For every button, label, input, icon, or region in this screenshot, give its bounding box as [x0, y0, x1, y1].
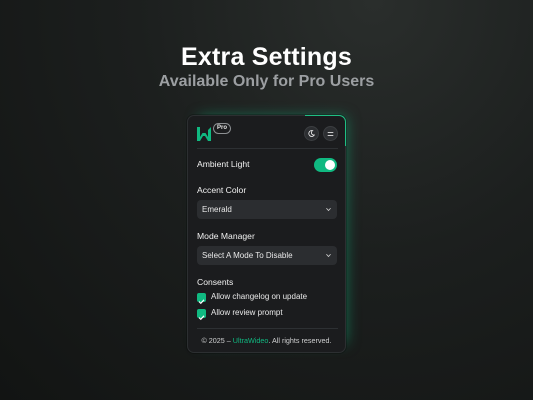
footer-divider	[197, 328, 338, 329]
pro-badge: Pro	[213, 123, 232, 134]
toggle-knob	[325, 160, 335, 170]
page-subtitle: Available Only for Pro Users	[158, 73, 375, 90]
footer-prefix: © 2025 –	[201, 336, 231, 345]
settings-panel: Pro Ambient Light Accent Color Emerald M…	[187, 115, 346, 353]
footer-suffix: . All rights reserved.	[268, 336, 332, 345]
theme-toggle-button[interactable]	[304, 126, 319, 141]
consents-label: Consents	[197, 277, 234, 287]
check-icon	[198, 315, 205, 321]
menu-icon	[327, 131, 334, 136]
accent-color-select[interactable]: Emerald	[197, 200, 337, 219]
accent-color-label: Accent Color	[197, 185, 247, 195]
chevron-down-icon	[326, 207, 331, 212]
ultrawideo-logo-icon	[197, 127, 211, 141]
mode-manager-select[interactable]: Select A Mode To Disable	[197, 246, 337, 265]
ambient-light-label: Ambient Light	[197, 159, 250, 169]
page-title: Extra Settings	[181, 43, 352, 71]
panel-header: Pro	[197, 123, 338, 147]
review-checkbox[interactable]	[197, 309, 206, 321]
accent-color-value: Emerald	[202, 205, 232, 214]
menu-button[interactable]	[323, 126, 338, 141]
footer-copyright: © 2025 – UltraWideo. All rights reserved…	[188, 336, 345, 345]
mode-manager-label: Mode Manager	[197, 231, 255, 241]
mode-manager-value: Select A Mode To Disable	[202, 251, 293, 260]
footer-brand-link[interactable]: UltraWideo	[233, 336, 269, 345]
moon-icon	[308, 130, 315, 137]
ambient-light-toggle[interactable]	[314, 158, 337, 172]
changelog-consent-label: Allow changelog on update	[211, 292, 308, 301]
changelog-checkbox[interactable]	[197, 293, 206, 305]
check-icon	[198, 299, 205, 305]
chevron-down-icon	[326, 253, 331, 258]
header-divider	[197, 148, 338, 149]
review-consent-label: Allow review prompt	[211, 308, 283, 317]
